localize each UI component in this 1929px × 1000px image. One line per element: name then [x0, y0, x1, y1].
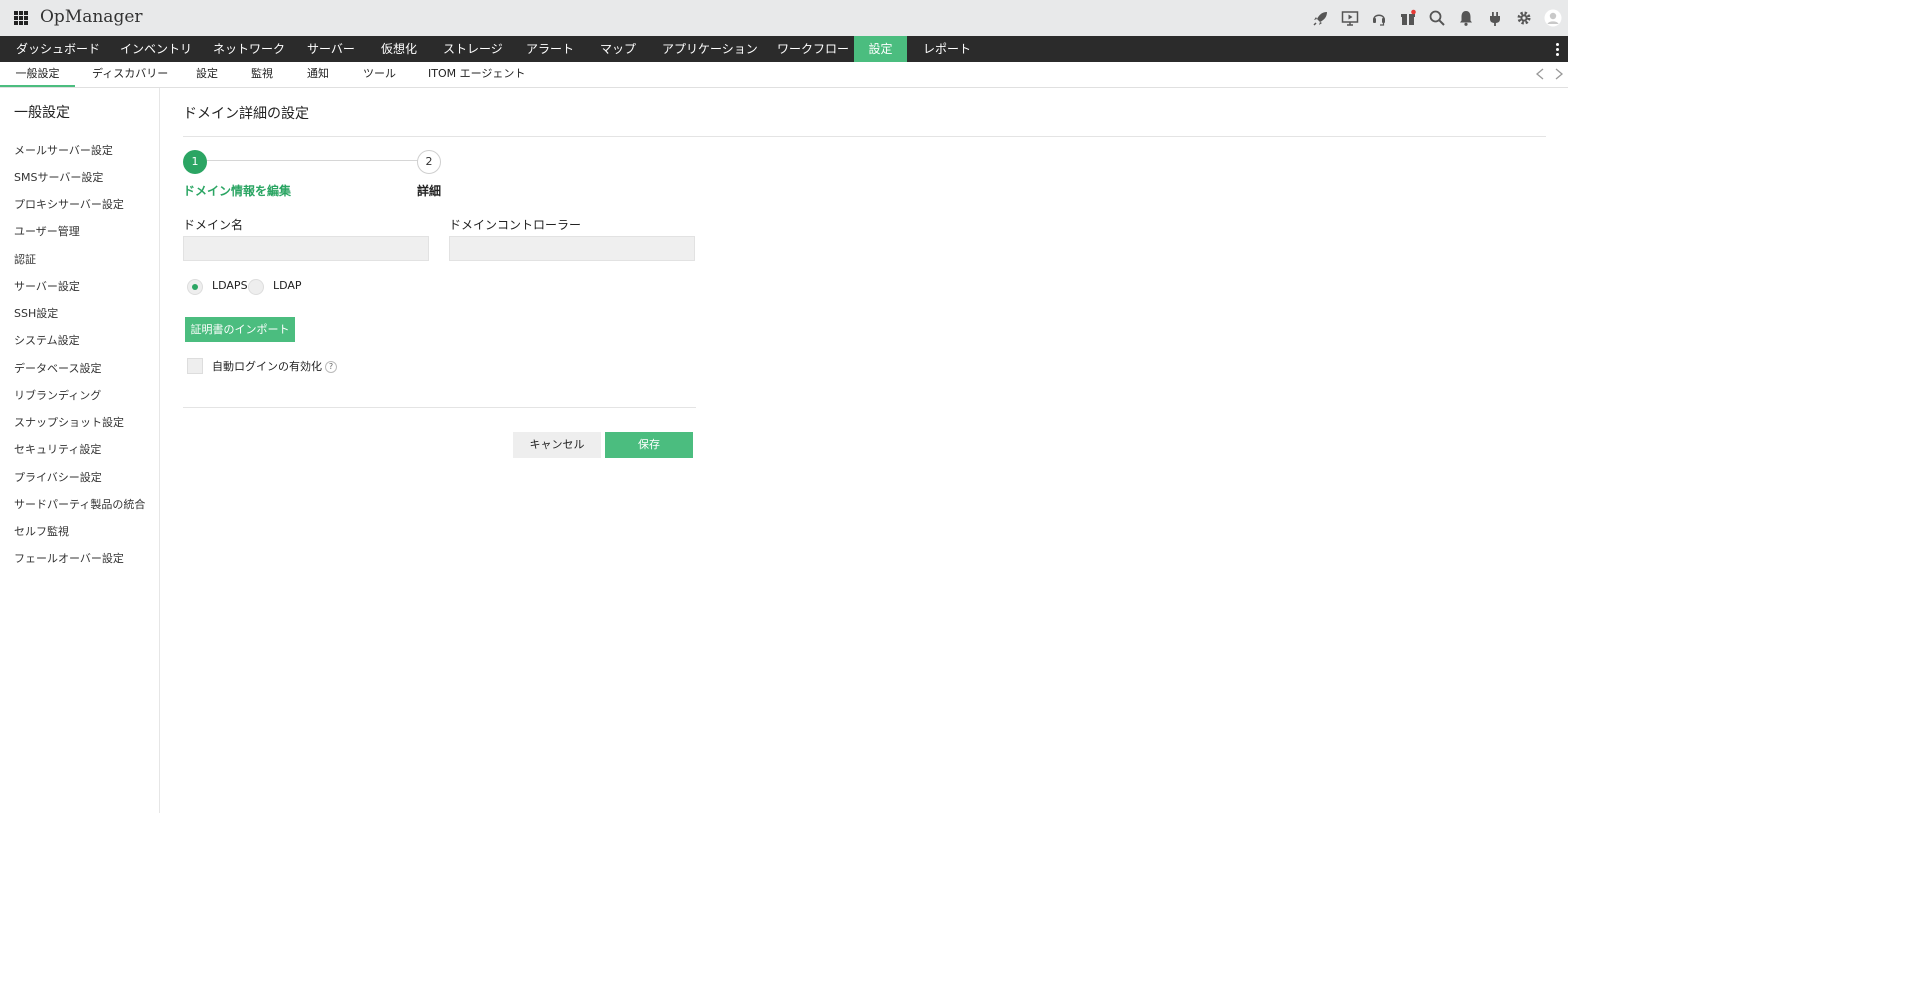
sidebar-item-database-settings[interactable]: データベース設定	[14, 360, 101, 376]
sidebar-title: 一般設定	[14, 105, 70, 121]
scroll-right-icon[interactable]	[1553, 67, 1565, 81]
domain-settings-panel: ドメイン詳細の設定 1 2 ドメイン情報を編集 詳細 ドメイン名 ドメインコント…	[160, 88, 1568, 813]
subnav-general-settings[interactable]: 一般設定	[0, 62, 75, 87]
nav-dashboard[interactable]: ダッシュボード	[0, 36, 116, 62]
support-icon[interactable]	[1368, 7, 1390, 29]
auto-login-row: 自動ログインの有効化?	[212, 358, 337, 374]
sidebar-item-privacy-settings[interactable]: プライバシー設定	[14, 469, 102, 485]
ldaps-radio-label: LDAPS	[212, 279, 248, 292]
nav-inventory[interactable]: インベントリ	[104, 36, 208, 62]
ldaps-radio[interactable]	[187, 279, 203, 295]
subnav-notifications[interactable]: 通知	[307, 62, 329, 87]
step-2-label: 詳細	[417, 184, 442, 198]
rocket-icon[interactable]	[1310, 7, 1332, 29]
header-toolbar	[1303, 7, 1564, 29]
subnav-discovery[interactable]: ディスカバリー	[92, 62, 168, 87]
nav-reports[interactable]: レポート	[907, 36, 987, 62]
ldap-radio[interactable]	[248, 279, 264, 295]
top-header: OpManager	[0, 0, 1568, 36]
sidebar-item-user-management[interactable]: ユーザー管理	[14, 223, 80, 239]
sidebar-item-self-monitoring[interactable]: セルフ監視	[14, 523, 69, 539]
nav-maps[interactable]: マップ	[584, 36, 652, 62]
subnav-tools[interactable]: ツール	[363, 62, 396, 87]
nav-storage[interactable]: ストレージ	[427, 36, 519, 62]
sidebar-item-third-party-integration[interactable]: サードパーティ製品の統合	[14, 496, 145, 512]
sidebar-item-failover-settings[interactable]: フェールオーバー設定	[14, 550, 124, 566]
step-1-label: ドメイン情報を編集	[183, 184, 292, 198]
subnav-itom-agent[interactable]: ITOM エージェント	[428, 62, 525, 87]
nav-network[interactable]: ネットワーク	[197, 36, 301, 62]
sidebar-item-rebranding[interactable]: リブランディング	[14, 387, 101, 403]
save-button[interactable]: 保存	[605, 432, 693, 458]
step-2-indicator: 2	[417, 150, 441, 174]
nav-virtualization[interactable]: 仮想化	[365, 36, 433, 62]
help-icon[interactable]: ?	[325, 361, 337, 373]
stepper-connector	[206, 160, 420, 161]
title-divider	[183, 136, 1546, 137]
nav-settings[interactable]: 設定	[854, 36, 907, 62]
form-divider	[183, 407, 696, 408]
nav-applications[interactable]: アプリケーション	[646, 36, 774, 62]
gear-icon[interactable]	[1513, 7, 1535, 29]
subnav-monitoring[interactable]: 監視	[251, 62, 273, 87]
subnav-configuration[interactable]: 設定	[196, 62, 218, 87]
main-navigation: ダッシュボード インベントリ ネットワーク サーバー 仮想化 ストレージ アラー…	[0, 36, 1568, 62]
settings-sidebar: 一般設定 メールサーバー設定 SMSサーバー設定 プロキシサーバー設定 ユーザー…	[0, 88, 160, 813]
domain-name-input[interactable]	[183, 236, 429, 261]
import-certificate-button[interactable]: 証明書のインポート	[185, 317, 295, 342]
gift-icon[interactable]	[1397, 7, 1419, 29]
nav-workflow[interactable]: ワークフロー	[761, 36, 865, 62]
app-title: OpManager	[40, 7, 143, 27]
sidebar-item-authentication[interactable]: 認証	[14, 251, 36, 267]
nav-servers[interactable]: サーバー	[291, 36, 371, 62]
video-tutorial-icon[interactable]	[1339, 7, 1361, 29]
sub-navigation: 一般設定 ディスカバリー 設定 監視 通知 ツール ITOM エージェント	[0, 62, 1568, 88]
page-title: ドメイン詳細の設定	[183, 106, 309, 122]
sidebar-item-system-settings[interactable]: システム設定	[14, 332, 80, 348]
sidebar-item-ssh-settings[interactable]: SSH設定	[14, 305, 58, 321]
domain-controller-label: ドメインコントローラー	[449, 218, 582, 232]
step-1-indicator: 1	[183, 150, 207, 174]
sidebar-item-mail-server[interactable]: メールサーバー設定	[14, 142, 113, 158]
sidebar-item-server-settings[interactable]: サーバー設定	[14, 278, 80, 294]
app-grid-icon[interactable]	[14, 11, 28, 25]
domain-name-label: ドメイン名	[183, 218, 244, 232]
user-avatar-icon[interactable]	[1542, 7, 1564, 29]
plug-icon[interactable]	[1484, 7, 1506, 29]
ldap-radio-label: LDAP	[273, 279, 302, 292]
sidebar-item-proxy-server[interactable]: プロキシサーバー設定	[14, 196, 124, 212]
domain-controller-input[interactable]	[449, 236, 695, 261]
sidebar-item-snapshot-settings[interactable]: スナップショット設定	[14, 414, 124, 430]
scroll-left-icon[interactable]	[1534, 67, 1546, 81]
sidebar-item-sms-server[interactable]: SMSサーバー設定	[14, 169, 103, 185]
search-icon[interactable]	[1426, 7, 1448, 29]
bell-icon[interactable]	[1455, 7, 1477, 29]
nav-alarms[interactable]: アラート	[510, 36, 590, 62]
more-options-icon[interactable]	[1556, 43, 1560, 57]
auto-login-checkbox[interactable]	[187, 358, 203, 374]
auto-login-label: 自動ログインの有効化	[212, 360, 322, 373]
sidebar-item-security-settings[interactable]: セキュリティ設定	[14, 441, 101, 457]
cancel-button[interactable]: キャンセル	[513, 432, 601, 458]
